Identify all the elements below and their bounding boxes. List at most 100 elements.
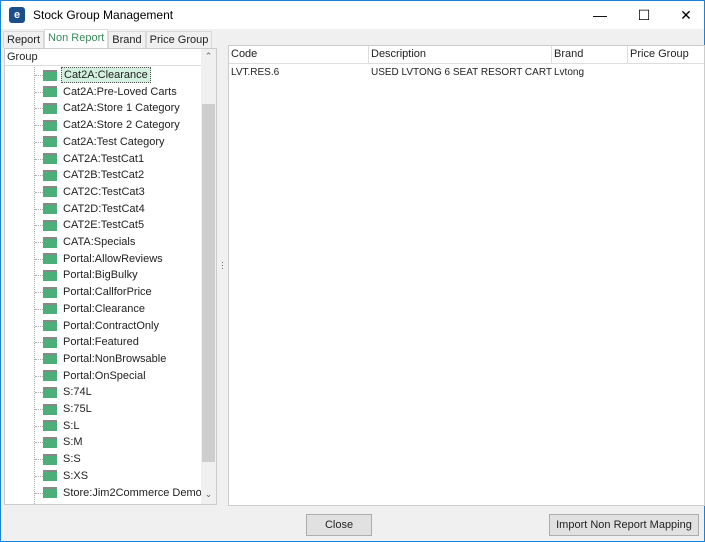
- tab-price-group[interactable]: Price Group: [145, 31, 213, 48]
- folder-icon: [43, 203, 57, 215]
- splitter-handle[interactable]: · · ·: [221, 258, 224, 273]
- column-header-description[interactable]: Description: [369, 46, 552, 63]
- tree-item[interactable]: Portal:NonBrowsable: [34, 351, 168, 367]
- folder-icon: [43, 253, 57, 265]
- scroll-up-icon[interactable]: ⌃: [201, 51, 216, 62]
- tree-item-label: Portal:BigBulky: [63, 269, 138, 282]
- tree-item-label: CATA:Specials: [63, 236, 136, 248]
- tree-item[interactable]: Portal:Clearance: [35, 301, 147, 317]
- tree-item-label: CAT2A:TestCat1: [63, 152, 145, 165]
- folder-icon: [43, 219, 57, 231]
- tree-item[interactable]: S:75L: [35, 401, 94, 417]
- table-row[interactable]: LVT.RES.6 USED LVTONG 6 SEAT RESORT CART…: [229, 64, 704, 82]
- folder-icon: [43, 436, 57, 448]
- tree-item[interactable]: CATA:Specials: [34, 234, 137, 250]
- folder-icon: [43, 86, 57, 98]
- tree-item[interactable]: Cat2A:Store 2 Category: [35, 117, 182, 133]
- tree-item[interactable]: Portal:Featured: [35, 334, 141, 350]
- tree-item-label: Cat2A:Store 2 Category: [63, 119, 180, 132]
- tree-item[interactable]: S:S: [35, 451, 83, 467]
- tree-item[interactable]: Portal:CallforPrice: [35, 284, 154, 300]
- folder-icon: [43, 336, 57, 348]
- tree-item[interactable]: Cat2A:Pre-Loved Carts: [35, 84, 179, 100]
- tab-non-report[interactable]: Non Report: [44, 29, 109, 48]
- tree-item-label: Cat2A:Test Category: [63, 135, 165, 148]
- cell-code: LVT.RES.6: [231, 67, 280, 78]
- stock-group-window: e Stock Group Management — ☐ ✕ Report No…: [0, 0, 705, 542]
- tree-item-label: Portal:Clearance: [63, 302, 145, 315]
- tree-item[interactable]: CAT2E:TestCat5: [34, 217, 146, 233]
- folder-icon: [43, 236, 57, 248]
- tree-item[interactable]: Cat2A:Test Category: [35, 134, 167, 150]
- folder-icon: [43, 370, 57, 382]
- import-non-report-mapping-button[interactable]: Import Non Report Mapping: [549, 514, 699, 536]
- column-header-code[interactable]: Code: [229, 46, 369, 63]
- tree-scrollbar[interactable]: ⌃ ⌄: [201, 49, 216, 504]
- tab-brand[interactable]: Brand: [108, 31, 146, 48]
- tree-item[interactable]: S:XS: [34, 468, 90, 484]
- app-logo-icon: e: [9, 7, 25, 23]
- tree-item-label: CAT2B:TestCat2: [63, 169, 145, 182]
- tree-item-label: Cat2A:Store 1 Category: [63, 102, 180, 115]
- title-bar: e Stock Group Management — ☐ ✕: [1, 1, 704, 29]
- folder-icon: [43, 136, 57, 148]
- tree-item-label: Portal:Featured: [63, 336, 139, 349]
- tree-item-label: S:XS: [63, 469, 89, 482]
- folder-icon: [43, 303, 57, 315]
- tree-item[interactable]: Cat2A:Clearance: [35, 67, 151, 83]
- window-title: Stock Group Management: [33, 8, 174, 22]
- folder-icon: [43, 420, 57, 432]
- tree-item[interactable]: S:M: [35, 434, 85, 450]
- tree-item[interactable]: Portal:BigBulky: [35, 267, 140, 283]
- folder-icon: [43, 186, 57, 198]
- tree-item-label: CAT2E:TestCat5: [63, 219, 145, 232]
- folder-icon: [43, 102, 57, 114]
- folder-icon: [43, 487, 57, 498]
- tree-item[interactable]: Portal:ContractOnly: [35, 318, 161, 334]
- tree-item-label: S:74L: [63, 386, 92, 399]
- group-column-header[interactable]: Group: [5, 49, 201, 66]
- tab-report[interactable]: Report: [3, 31, 45, 48]
- folder-icon: [43, 169, 57, 181]
- tree-item[interactable]: S:L: [35, 418, 82, 434]
- tree-item[interactable]: Store:Jim2Commerce Demo Store: [34, 485, 201, 501]
- tree-item-label: S:L: [63, 419, 80, 432]
- folder-icon: [43, 269, 57, 281]
- folder-icon: [43, 153, 57, 164]
- tree-item-label: Portal:AllowReviews: [63, 252, 163, 265]
- tree-item-label: S:75L: [63, 403, 92, 415]
- tree-item[interactable]: Cat2A:Store 1 Category: [35, 100, 182, 116]
- tree-item-label: S:S: [63, 453, 81, 466]
- cell-description: USED LVTONG 6 SEAT RESORT CART: [371, 67, 552, 78]
- tree-item[interactable]: CAT2C:TestCat3: [35, 184, 147, 200]
- tree-item-label: S:M: [63, 436, 83, 449]
- folder-icon: [43, 119, 57, 131]
- tree-item-label: Portal:OnSpecial: [63, 369, 146, 382]
- tree-item[interactable]: CAT2A:TestCat1: [34, 151, 146, 167]
- tree-item-label: Cat2A:Clearance: [61, 67, 151, 83]
- mapping-table: Code Description Brand Price Group LVT.R…: [228, 45, 705, 506]
- folder-icon: [43, 453, 57, 465]
- tree-item-label: CAT2C:TestCat3: [63, 185, 145, 198]
- minimize-button[interactable]: —: [585, 1, 615, 29]
- column-header-brand[interactable]: Brand: [552, 46, 628, 63]
- tree-item[interactable]: CAT2D:TestCat4: [35, 201, 147, 217]
- tree-item[interactable]: CAT2B:TestCat2: [34, 167, 146, 183]
- tree-item-label: CAT2D:TestCat4: [63, 202, 145, 215]
- tree-item-label: Portal:NonBrowsable: [63, 352, 167, 365]
- tab-strip: Report Non Report Brand Price Group: [3, 29, 213, 48]
- tree-item[interactable]: Portal:OnSpecial: [35, 368, 148, 384]
- tree-item[interactable]: Portal:AllowReviews: [35, 251, 165, 267]
- group-tree-panel: Group Cat2A:Clearance Cat2A:Pre-Loved Car…: [4, 48, 217, 505]
- tree-item[interactable]: S:74L: [35, 384, 94, 400]
- scroll-thumb[interactable]: [202, 104, 215, 462]
- close-window-button[interactable]: ✕: [671, 1, 701, 29]
- tree-line: [34, 67, 35, 504]
- close-button[interactable]: Close: [306, 514, 372, 536]
- tree-item-label: Cat2A:Pre-Loved Carts: [63, 85, 177, 98]
- folder-icon: [43, 69, 57, 81]
- scroll-down-icon[interactable]: ⌄: [201, 489, 216, 500]
- cell-price-group: [628, 64, 704, 82]
- maximize-button[interactable]: ☐: [629, 1, 659, 29]
- column-header-price-group[interactable]: Price Group: [628, 46, 704, 63]
